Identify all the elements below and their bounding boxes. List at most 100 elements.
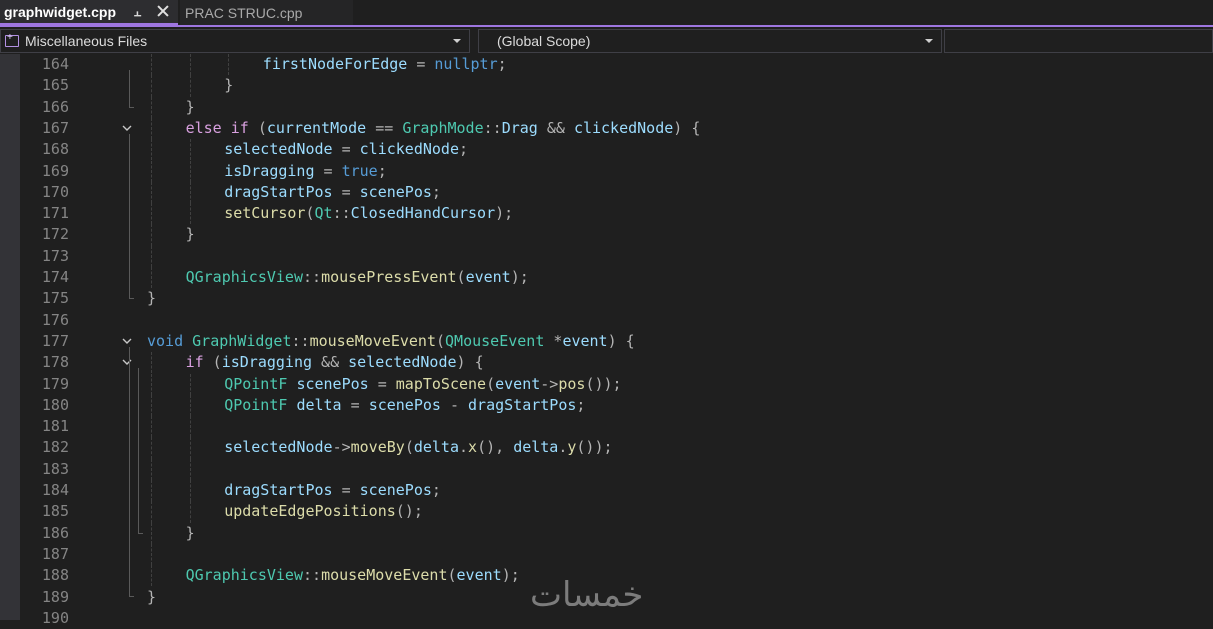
code-line[interactable]: 184 dragStartPos = scenePos; <box>0 480 1213 502</box>
line-number: 169 <box>41 161 69 180</box>
code-token: ; <box>459 140 469 159</box>
line-number: 170 <box>41 182 69 201</box>
code-token: setCursor <box>224 204 306 223</box>
fold-chevron-icon[interactable] <box>122 337 132 345</box>
indent-guide <box>189 203 191 225</box>
code-token: :: <box>303 268 322 286</box>
code-editor[interactable]: 164 firstNodeForEdge = nullptr; 165} 166} 16… <box>0 54 1213 627</box>
code-token: else <box>185 118 222 137</box>
code-line[interactable]: 169 isDragging = true; <box>0 160 1213 182</box>
code-line[interactable]: 172} <box>0 224 1213 246</box>
code-token: updateEdgePositions <box>224 502 396 521</box>
code-line[interactable]: 167 else if (currentMode == GraphMode::Dr… <box>0 117 1213 140</box>
code-token: = <box>341 395 369 414</box>
code-token: true <box>341 161 378 180</box>
outline-bracket <box>129 70 134 108</box>
indent-guide <box>151 352 152 374</box>
code-line[interactable]: 164 firstNodeForEdge = nullptr; <box>0 54 1213 76</box>
code-line[interactable]: 166} <box>0 96 1213 118</box>
close-icon[interactable] <box>157 5 169 17</box>
code-token: ClosedHandCursor <box>350 204 496 223</box>
code-token: pos <box>558 374 586 393</box>
line-number: 165 <box>41 76 69 95</box>
code-token: QMouseEvent <box>445 331 545 350</box>
tab-prac-struc-cpp[interactable]: PRAC STRUC.cpp <box>180 0 353 25</box>
code-line[interactable]: 176 <box>0 310 1213 331</box>
code-token: = <box>407 55 435 73</box>
code-line[interactable]: 174 QGraphicsView::mousePressEvent(event)… <box>0 267 1213 289</box>
fold-chevron-icon[interactable] <box>122 124 132 132</box>
code-token: scenePos <box>296 374 369 393</box>
outline-bracket <box>138 368 143 534</box>
code-line[interactable]: 186} <box>0 522 1213 544</box>
indent-guide <box>151 96 152 118</box>
indent-guide <box>151 416 152 438</box>
code-token: mouseMoveEvent <box>309 331 436 350</box>
code-line[interactable]: 173 <box>0 245 1213 267</box>
code-line[interactable]: 182 selectedNode->moveBy(delta.x(), delta… <box>0 437 1213 459</box>
code-token: :: <box>483 118 502 137</box>
code-token: } <box>224 76 234 95</box>
indent-guide <box>189 160 191 182</box>
code-line[interactable]: 179 QPointF scenePos = mapToScene(event->… <box>0 373 1213 395</box>
code-token: QGraphicsView <box>185 566 303 585</box>
project-dropdown[interactable]: Miscellaneous Files <box>0 29 470 53</box>
code-line[interactable]: 185 updateEdgePositions(); <box>0 501 1213 523</box>
indent-guide <box>189 416 191 438</box>
code-text: setCursor(Qt::ClosedHandCursor); <box>224 203 513 224</box>
code-token: ( <box>305 204 315 223</box>
code-line[interactable]: 180 QPointF delta = scenePos - dragStartP… <box>0 394 1213 417</box>
code-token: Drag <box>501 118 538 137</box>
code-token: ; <box>431 481 441 499</box>
line-number: 180 <box>41 395 69 414</box>
code-token: ( <box>248 118 267 137</box>
code-line[interactable]: 181 <box>0 416 1213 438</box>
scope-dropdown[interactable]: (Global Scope) <box>478 29 942 53</box>
code-text: selectedNode->moveBy(delta.x(), delta.y(… <box>224 437 612 458</box>
line-number: 184 <box>41 481 69 499</box>
member-dropdown[interactable] <box>944 29 1213 53</box>
pin-icon[interactable]: ⫠ <box>134 6 146 18</box>
code-text: } <box>147 288 156 309</box>
code-text: } <box>186 97 195 118</box>
code-token: scenePos <box>359 481 432 499</box>
code-line[interactable]: 168 selectedNode = clickedNode; <box>0 139 1213 161</box>
line-number: 167 <box>41 118 69 137</box>
code-token: delta <box>513 438 559 457</box>
code-line[interactable]: 178 if (isDragging && selectedNode) { <box>0 352 1213 374</box>
code-token: x <box>468 438 478 457</box>
indent-guide <box>189 394 191 417</box>
code-token: delta <box>296 395 342 414</box>
code-line[interactable]: 171 setCursor(Qt::ClosedHandCursor); <box>0 203 1213 225</box>
indent-guide <box>151 437 152 459</box>
code-token: && <box>312 353 349 372</box>
chevron-down-icon[interactable] <box>925 39 933 43</box>
indent-guide <box>151 543 152 566</box>
line-number: 175 <box>41 289 69 308</box>
tab-label: PRAC STRUC.cpp <box>185 4 303 21</box>
code-line[interactable]: 177 void GraphWidget::mouseMoveEvent(QMou… <box>0 331 1213 352</box>
code-token: :: <box>332 204 351 223</box>
code-token: (); <box>395 502 423 521</box>
tab-graphwidget-cpp[interactable]: graphwidget.cpp ⫠ <box>0 0 178 25</box>
indent-guide <box>151 267 152 289</box>
indent-guide <box>151 501 152 523</box>
chevron-down-icon[interactable] <box>453 39 461 43</box>
code-line[interactable]: 175} <box>0 288 1213 309</box>
code-line[interactable]: 165} <box>0 75 1213 97</box>
code-token: && <box>537 118 574 137</box>
code-token: moveBy <box>350 438 405 457</box>
code-token: GraphMode <box>402 118 484 137</box>
watermark-logo: خمسات <box>530 575 644 615</box>
line-number: 178 <box>41 353 69 372</box>
code-token: dragStartPos <box>224 481 333 499</box>
code-line[interactable]: 183 <box>0 458 1213 480</box>
code-text: dragStartPos = scenePos; <box>224 182 441 203</box>
code-token: selectedNode <box>348 353 457 372</box>
code-line[interactable]: 187 <box>0 543 1213 566</box>
code-text: QPointF scenePos = mapToScene(event->pos… <box>224 374 621 395</box>
code-token: = <box>332 182 360 201</box>
code-token: event <box>456 566 502 585</box>
outline-bracket <box>129 133 134 300</box>
code-line[interactable]: 170 dragStartPos = scenePos; <box>0 181 1213 204</box>
